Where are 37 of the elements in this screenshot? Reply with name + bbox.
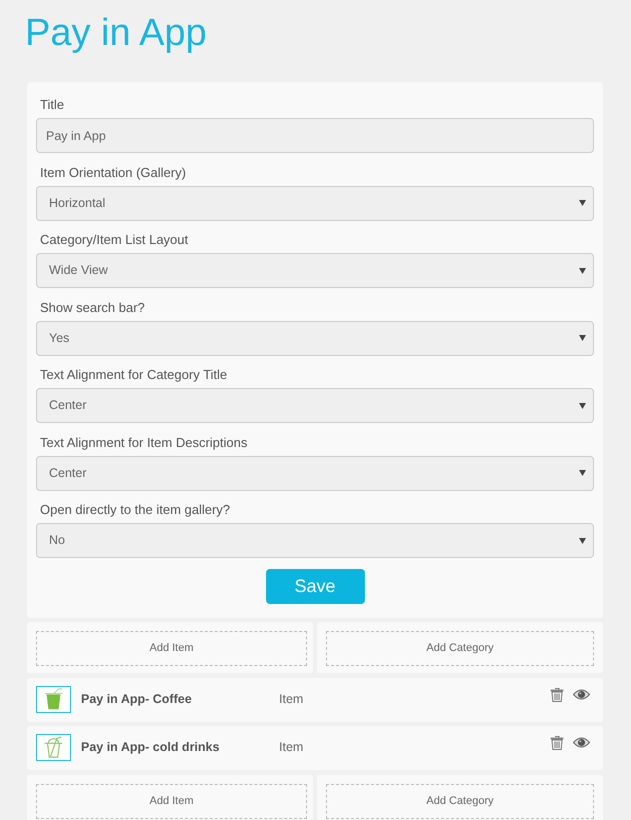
field-label: Title — [39, 96, 64, 114]
field-label: Open directly to the item gallery? — [39, 501, 230, 519]
trash-icon[interactable] — [550, 735, 564, 750]
item-row[interactable]: Pay in App- Coffee Item — [27, 678, 603, 722]
select-field[interactable]: Horizontal — [36, 186, 594, 220]
page-title: Pay in App — [25, 11, 207, 56]
add-item-button[interactable]: Add Item — [36, 784, 307, 818]
caret-icon — [579, 268, 586, 274]
field-label: Item Orientation (Gallery) — [39, 164, 186, 182]
caret-icon — [579, 200, 586, 206]
item-type: Item — [279, 739, 304, 756]
select-field[interactable]: Center — [36, 388, 594, 423]
item-row[interactable]: Pay in App- cold drinks Item — [27, 726, 603, 770]
caret-icon — [579, 402, 586, 408]
field-label: Text Alignment for Category Title — [39, 366, 228, 384]
item-type: Item — [279, 690, 304, 708]
trash-icon[interactable] — [550, 686, 564, 702]
select-field[interactable]: Wide View — [36, 253, 594, 288]
caret-icon — [579, 335, 586, 341]
field-label: Category/Item List Layout — [39, 231, 188, 249]
select-field[interactable]: Center — [36, 456, 594, 490]
cup-thumbnail-icon[interactable] — [36, 686, 71, 712]
add-item-button[interactable]: Add Item — [36, 631, 307, 666]
field-label: Show search bar? — [39, 298, 145, 316]
eye-icon[interactable] — [573, 688, 590, 700]
cup-thumbnail-icon[interactable] — [36, 734, 71, 761]
add-category-button[interactable]: Add Category — [326, 631, 594, 666]
item-name: Pay in App- Coffee — [81, 690, 193, 708]
select-field[interactable]: No — [36, 523, 594, 558]
field-label: Text Alignment for Item Descriptions — [39, 434, 248, 452]
text-field[interactable]: Pay in App — [36, 118, 594, 153]
select-field[interactable]: Yes — [36, 320, 594, 356]
eye-icon[interactable] — [573, 737, 590, 748]
caret-icon — [579, 470, 586, 476]
add-category-button[interactable]: Add Category — [326, 784, 594, 818]
caret-icon — [579, 538, 586, 544]
item-name: Pay in App- cold drinks — [81, 739, 220, 756]
